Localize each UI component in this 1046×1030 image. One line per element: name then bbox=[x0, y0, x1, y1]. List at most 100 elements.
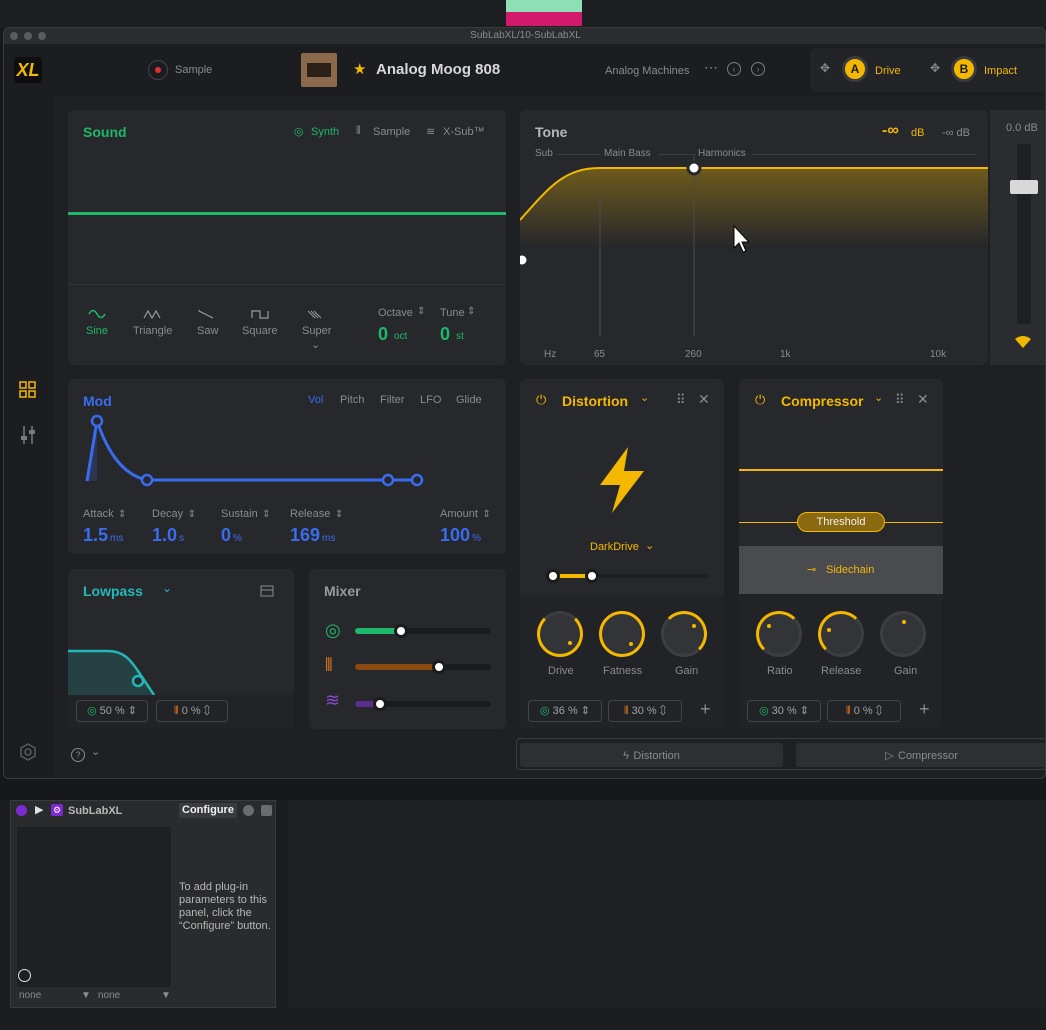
wave-super[interactable]: Super bbox=[302, 325, 331, 337]
triangle-wave-icon[interactable] bbox=[143, 306, 161, 324]
chevron-down-icon[interactable]: ▼ bbox=[161, 990, 171, 1001]
sustain-stepper-icon[interactable]: ⇕ bbox=[262, 509, 270, 520]
tone-eq-graph[interactable] bbox=[520, 156, 988, 346]
distortion-range-high[interactable] bbox=[585, 569, 599, 583]
distortion-range-low[interactable] bbox=[546, 569, 560, 583]
synth-icon[interactable]: ◎ bbox=[294, 125, 304, 138]
sample-level-track[interactable] bbox=[355, 664, 491, 670]
decay-stepper-icon[interactable]: ⇕ bbox=[188, 509, 196, 520]
tab-xsub[interactable]: X-Sub™ bbox=[443, 126, 485, 138]
record-sample-button[interactable] bbox=[148, 60, 168, 80]
tab-sample[interactable]: Sample bbox=[373, 126, 410, 138]
x-param-select[interactable]: none bbox=[19, 990, 41, 1001]
synth-level-track[interactable] bbox=[355, 628, 491, 634]
wave-square[interactable]: Square bbox=[242, 325, 277, 337]
mod-tab-lfo[interactable]: LFO bbox=[420, 394, 441, 406]
compressor-synth-amount[interactable]: ◎ 30 % ⇕ bbox=[747, 700, 821, 722]
chevron-down-icon[interactable]: ⌄ bbox=[91, 745, 100, 758]
limiter-icon[interactable] bbox=[1014, 335, 1032, 349]
filter-keyboard-icon[interactable] bbox=[260, 585, 274, 597]
next-preset-icon[interactable]: › bbox=[751, 62, 765, 76]
configure-button[interactable]: Configure bbox=[179, 803, 237, 818]
output-gain-fader[interactable] bbox=[1010, 180, 1038, 194]
mixer-sliders-icon[interactable] bbox=[19, 425, 37, 445]
release-knob[interactable] bbox=[818, 611, 864, 657]
compressor-sample-amount[interactable]: ⫴ 0 % ⇕ bbox=[827, 700, 901, 722]
y-param-select[interactable]: none bbox=[98, 990, 120, 1001]
filter-sample-amount[interactable]: ⫴ 0 % ⇕ bbox=[156, 700, 228, 722]
chevron-down-icon[interactable]: ⌄ bbox=[640, 391, 649, 404]
play-icon[interactable]: ▶ bbox=[35, 803, 43, 816]
compressor-gain-knob[interactable] bbox=[880, 611, 926, 657]
sample-level-thumb[interactable] bbox=[432, 660, 446, 674]
xy-pad[interactable] bbox=[17, 827, 171, 987]
wave-saw[interactable]: Saw bbox=[197, 325, 218, 337]
ratio-knob[interactable] bbox=[756, 611, 802, 657]
tune-value[interactable]: 0 bbox=[440, 324, 450, 345]
macro-b-knob[interactable]: B bbox=[951, 56, 977, 82]
minimize-window-icon[interactable] bbox=[24, 32, 32, 40]
attack-stepper-icon[interactable]: ⇕ bbox=[118, 509, 126, 520]
settings-hex-icon[interactable] bbox=[19, 743, 37, 761]
sample-wave-icon[interactable]: ⫴ bbox=[356, 125, 361, 138]
octave-stepper-icon[interactable]: ⇕ bbox=[417, 306, 425, 317]
drag-macro-a-icon[interactable]: ✥ bbox=[820, 61, 830, 75]
tone-db-value[interactable]: -∞ bbox=[882, 122, 899, 140]
octave-value[interactable]: 0 bbox=[378, 324, 388, 345]
synth-level-thumb[interactable] bbox=[394, 624, 408, 638]
chevron-down-icon[interactable]: ⌄ bbox=[645, 539, 654, 552]
chevron-down-icon[interactable]: ⌄ bbox=[311, 338, 320, 351]
xsub-level-thumb[interactable] bbox=[373, 697, 387, 711]
drive-knob[interactable] bbox=[537, 611, 583, 657]
wave-triangle[interactable]: Triangle bbox=[133, 325, 172, 337]
wrench-icon[interactable]: ⚙ bbox=[51, 804, 63, 816]
threshold-handle[interactable]: Threshold bbox=[797, 512, 885, 532]
gain-knob[interactable] bbox=[661, 611, 707, 657]
tab-synth[interactable]: Synth bbox=[311, 126, 339, 138]
decay-param[interactable]: Decay ⇕ 1.0 s bbox=[152, 504, 196, 546]
release-param[interactable]: Release ⇕ 169 ms bbox=[290, 504, 343, 546]
filter-type-title[interactable]: Lowpass bbox=[83, 583, 143, 599]
close-icon[interactable]: ✕ bbox=[698, 391, 710, 408]
super-wave-icon[interactable] bbox=[307, 306, 325, 324]
wave-sine[interactable]: Sine bbox=[86, 325, 108, 337]
filter-synth-amount[interactable]: ◎ 50 % ⇕ bbox=[76, 700, 148, 722]
add-icon[interactable]: + bbox=[700, 699, 711, 720]
filter-curve-graph[interactable] bbox=[68, 639, 294, 695]
distortion-power-icon[interactable]: ⏻ bbox=[536, 392, 546, 408]
xy-pad-handle[interactable] bbox=[18, 969, 31, 982]
drag-handle-icon[interactable]: ⠿ bbox=[895, 392, 905, 408]
save-preset-icon[interactable] bbox=[261, 805, 272, 816]
distortion-title[interactable]: Distortion bbox=[562, 393, 628, 409]
chevron-down-icon[interactable]: ▼ bbox=[81, 990, 91, 1001]
favorite-star-icon[interactable]: ★ bbox=[353, 60, 366, 78]
compressor-power-icon[interactable]: ⏻ bbox=[755, 392, 765, 408]
drag-handle-icon[interactable]: ⠿ bbox=[676, 392, 686, 408]
hot-swap-icon[interactable] bbox=[243, 805, 254, 816]
midi-clip[interactable] bbox=[506, 0, 582, 12]
chevron-down-icon[interactable]: ⌄ bbox=[162, 581, 172, 595]
drag-macro-b-icon[interactable]: ✥ bbox=[930, 61, 940, 75]
macro-a-knob[interactable]: A bbox=[842, 56, 868, 82]
help-icon[interactable]: ? bbox=[71, 748, 85, 762]
xsub-icon[interactable]: ≋ bbox=[426, 125, 435, 138]
sidechain-bar[interactable]: ⊸ Sidechain bbox=[739, 546, 943, 594]
fx-tab-distortion[interactable]: ϟ Distortion bbox=[520, 743, 783, 767]
release-stepper-icon[interactable]: ⇕ bbox=[335, 509, 343, 520]
amount-stepper-icon[interactable]: ⇕ bbox=[482, 509, 490, 520]
amount-param[interactable]: Amount ⇕ 100% bbox=[440, 504, 491, 546]
fatness-knob[interactable] bbox=[599, 611, 645, 657]
sustain-param[interactable]: Sustain ⇕ 0% bbox=[221, 504, 271, 546]
mod-tab-filter[interactable]: Filter bbox=[380, 394, 404, 406]
distortion-type[interactable]: DarkDrive bbox=[590, 541, 639, 553]
close-window-icon[interactable] bbox=[10, 32, 18, 40]
mod-tab-vol[interactable]: Vol bbox=[308, 394, 323, 406]
midi-clip-body[interactable] bbox=[506, 12, 582, 26]
envelope-graph[interactable] bbox=[78, 413, 498, 493]
distortion-synth-amount[interactable]: ◎ 36 % ⇕ bbox=[528, 700, 602, 722]
preset-name[interactable]: Analog Moog 808 bbox=[376, 61, 500, 78]
more-options-icon[interactable]: ⋯ bbox=[704, 59, 718, 76]
chevron-down-icon[interactable]: ⌄ bbox=[874, 391, 883, 404]
preset-bank[interactable]: Analog Machines bbox=[605, 65, 689, 77]
distortion-sample-amount[interactable]: ⫴ 30 % ⇕ bbox=[608, 700, 682, 722]
